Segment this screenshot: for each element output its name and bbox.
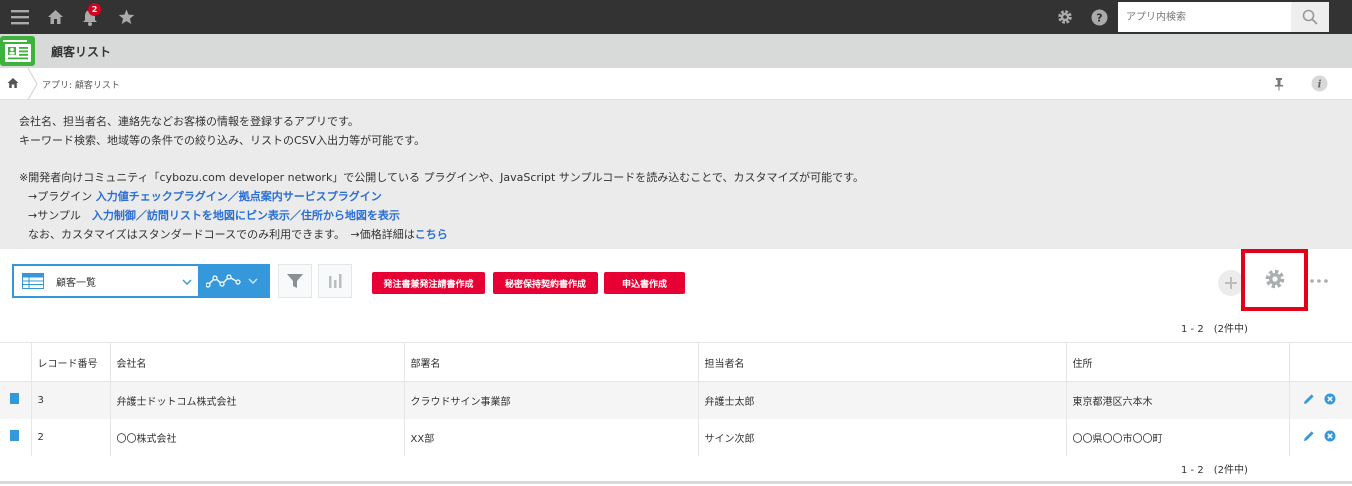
cell-person: 弁護士太郎 xyxy=(698,381,1067,419)
breadcrumb-app-label[interactable]: アプリ: 顧客リスト xyxy=(42,78,120,91)
app-search-input[interactable] xyxy=(1118,2,1291,32)
cell-address: 〇〇県〇〇市〇〇町 xyxy=(1066,418,1290,456)
search-button[interactable] xyxy=(1291,2,1329,32)
price-details-link[interactable]: こちら xyxy=(415,228,448,241)
home-icon[interactable] xyxy=(44,0,66,34)
delete-icon[interactable] xyxy=(1324,393,1336,405)
description-line-1: 会社名、担当者名、連絡先などお客様の情報を登録するアプリです。 xyxy=(19,115,359,128)
view-selector[interactable]: 顧客一覧 xyxy=(12,264,200,298)
description-line-3: ※開発者向けコミュニティ「cybozu.com developer networ… xyxy=(19,171,865,184)
link-separator: ／ xyxy=(289,209,301,222)
top-bar: 2 ? xyxy=(0,0,1352,34)
footer-divider xyxy=(0,481,1352,484)
star-icon[interactable] xyxy=(115,0,137,34)
note-line: なお、カスタマイズはスタンダードコースでのみ利用できます。 →価格詳細はこちら xyxy=(19,225,1352,244)
link-separator: ／ xyxy=(227,190,239,203)
header-department[interactable]: 部署名 xyxy=(404,342,699,382)
plugin-links-line: →プラグイン 入力値チェックプラグイン／拠点案内サービスプラグイン xyxy=(19,187,1352,206)
delete-icon[interactable] xyxy=(1324,430,1336,442)
info-icon[interactable]: i xyxy=(1311,75,1328,95)
breadcrumb-separator xyxy=(27,68,38,100)
graph-icon xyxy=(206,274,241,288)
chevron-down-icon xyxy=(182,279,192,285)
pin-icon[interactable] xyxy=(1274,77,1284,94)
notification-badge: 2 xyxy=(88,3,101,16)
cell-person: サイン次郎 xyxy=(698,418,1067,456)
cell-record-number: 3 xyxy=(31,381,111,419)
cell-company: 〇〇株式会社 xyxy=(110,418,405,456)
document-icon[interactable] xyxy=(10,430,19,441)
plus-icon xyxy=(1225,277,1237,289)
more-options-button[interactable] xyxy=(1309,271,1329,291)
header-record-number[interactable]: レコード番号 xyxy=(31,342,111,382)
edit-pencil-icon[interactable] xyxy=(1303,430,1315,442)
header-icon-col xyxy=(0,342,32,382)
records-table: レコード番号 会社名 部署名 担当者名 住所 3 弁護士ドットコム株式会社 クラ… xyxy=(0,342,1352,456)
purchase-order-button[interactable]: 発注書兼発注請書作成 xyxy=(372,272,485,294)
record-detail-cell[interactable] xyxy=(0,418,32,456)
plugin-link-location-guide[interactable]: 拠点案内サービスプラグイン xyxy=(239,190,382,203)
row-actions xyxy=(1289,381,1352,419)
pager-bottom: 1 - 2 (2件中) xyxy=(1181,465,1248,476)
cell-department: クラウドサイン事業部 xyxy=(404,381,699,419)
header-company[interactable]: 会社名 xyxy=(110,342,405,382)
plugin-prefix: →プラグイン xyxy=(28,190,96,203)
svg-text:i: i xyxy=(1318,80,1322,91)
breadcrumb: アプリ: 顧客リスト i xyxy=(0,68,1352,100)
sample-link-address-map[interactable]: 住所から地図を表示 xyxy=(301,209,400,222)
app-description: 会社名、担当者名、連絡先などお客様の情報を登録するアプリです。 キーワード検索、… xyxy=(0,100,1352,249)
cell-record-number: 2 xyxy=(31,418,111,456)
sample-link-input-control[interactable]: 入力制御 xyxy=(92,209,136,222)
cell-company: 弁護士ドットコム株式会社 xyxy=(110,381,405,419)
menu-icon[interactable] xyxy=(8,0,32,34)
header-actions xyxy=(1289,342,1352,382)
description-line-2: キーワード検索、地域等の条件での絞り込み、リストのCSV入出力等が可能です。 xyxy=(19,134,426,147)
nda-button[interactable]: 秘密保持契約書作成 xyxy=(493,272,598,294)
view-selector-label: 顧客一覧 xyxy=(56,277,96,289)
note-prefix: なお、カスタマイズはスタンダードコースでのみ利用できます。 →価格詳細は xyxy=(28,228,415,241)
graph-selector-button[interactable] xyxy=(200,264,270,298)
app-settings-button[interactable] xyxy=(1264,268,1286,293)
cell-department: XX部 xyxy=(404,418,699,456)
search-icon xyxy=(1302,9,1318,25)
more-icon xyxy=(1310,279,1328,283)
edit-pencil-icon[interactable] xyxy=(1303,393,1315,405)
link-separator: ／ xyxy=(135,209,147,222)
list-view-icon xyxy=(22,273,44,289)
filter-icon xyxy=(287,274,303,288)
pager-top: 1 - 2 (2件中) xyxy=(1181,324,1248,335)
cell-address: 東京都港区六本木 xyxy=(1066,381,1290,419)
gear-icon xyxy=(1265,269,1284,288)
app-title: 顧客リスト xyxy=(51,45,112,59)
table-header-row: レコード番号 会社名 部署名 担当者名 住所 xyxy=(0,342,1352,382)
bar-graph-icon xyxy=(329,274,342,288)
breadcrumb-home-icon[interactable] xyxy=(7,77,19,92)
header-person[interactable]: 担当者名 xyxy=(698,342,1067,382)
svg-text:?: ? xyxy=(1096,11,1102,24)
app-header: 顧客リスト xyxy=(0,34,1352,68)
app-settings-highlight xyxy=(1241,249,1308,311)
header-address[interactable]: 住所 xyxy=(1066,342,1290,382)
graph-button[interactable] xyxy=(318,264,352,298)
filter-button[interactable] xyxy=(278,264,312,298)
sample-link-visit-map-pins[interactable]: 訪問リストを地図にピン表示 xyxy=(147,209,290,222)
sample-prefix: →サンプル xyxy=(28,209,92,222)
help-icon[interactable]: ? xyxy=(1088,0,1110,34)
document-icon[interactable] xyxy=(10,393,19,405)
settings-gear-icon[interactable] xyxy=(1054,0,1076,34)
record-detail-cell[interactable] xyxy=(0,381,32,419)
chevron-down-icon xyxy=(248,278,258,284)
app-icon xyxy=(0,36,35,66)
sample-links-line: →サンプル 入力制御／訪問リストを地図にピン表示／住所から地図を表示 xyxy=(19,206,1352,225)
application-form-button[interactable]: 申込書作成 xyxy=(604,272,685,294)
row-actions xyxy=(1289,418,1352,456)
table-row: 3 弁護士ドットコム株式会社 クラウドサイン事業部 弁護士太郎 東京都港区六本木 xyxy=(0,381,1352,419)
table-row: 2 〇〇株式会社 XX部 サイン次郎 〇〇県〇〇市〇〇町 xyxy=(0,418,1352,456)
plugin-link-input-check[interactable]: 入力値チェックプラグイン xyxy=(96,190,228,203)
